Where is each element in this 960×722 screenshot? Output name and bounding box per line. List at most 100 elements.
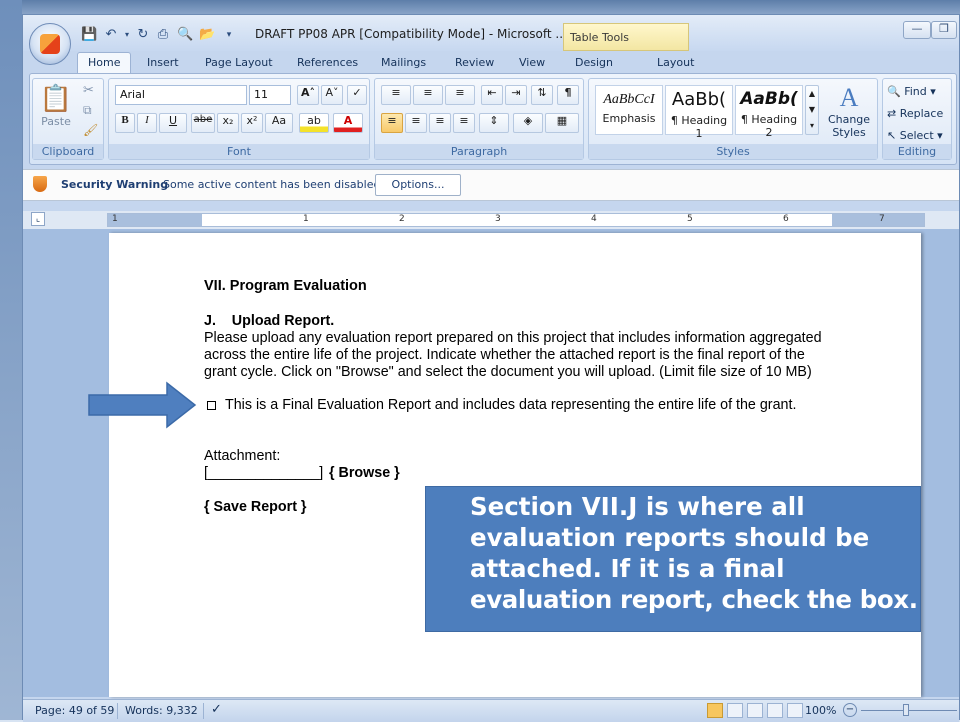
multilevel-list-button[interactable]: ≡ — [445, 85, 475, 105]
undo-dropdown-icon[interactable]: ▾ — [119, 27, 135, 43]
table-tools-label: Table Tools — [563, 23, 689, 51]
change-case-button[interactable]: Aa — [265, 113, 293, 133]
copy-icon[interactable]: ⧉ — [83, 103, 92, 118]
document-title: DRAFT PP08 APR [Compatibility Mode] - Mi… — [255, 27, 567, 41]
borders-button[interactable]: ▦ — [545, 113, 579, 133]
style-name: Emphasis — [602, 112, 656, 125]
tab-view[interactable]: View — [509, 53, 555, 73]
zoom-out-button[interactable]: − — [843, 703, 857, 717]
show-formatting-button[interactable]: ¶ — [557, 85, 579, 105]
zoom-slider[interactable] — [861, 710, 957, 711]
italic-button[interactable]: I — [137, 113, 157, 133]
section-heading: VII. Program Evaluation — [204, 278, 367, 294]
tab-layout[interactable]: Layout — [647, 53, 704, 73]
browse-button[interactable]: { Browse } — [329, 465, 400, 482]
draft-view-icon[interactable] — [787, 703, 803, 718]
web-layout-icon[interactable] — [747, 703, 763, 718]
tab-home[interactable]: Home — [77, 52, 132, 73]
minimize-button[interactable]: — — [903, 21, 931, 39]
tab-mailings[interactable]: Mailings — [371, 53, 436, 73]
restore-button[interactable]: ❐ — [931, 21, 957, 39]
callout-box: Section VII.J is where all evaluation re… — [425, 486, 921, 632]
style-heading-2[interactable]: AaBb( ¶ Heading 2 — [735, 85, 803, 139]
paste-icon: 📋 — [39, 84, 73, 114]
align-right-button[interactable]: ≡ — [429, 113, 451, 133]
page-count[interactable]: Page: 49 of 59 — [35, 704, 114, 717]
binoculars-icon: 🔍 — [887, 85, 901, 98]
options-button[interactable]: Options... — [375, 174, 461, 196]
office-button[interactable] — [29, 23, 71, 65]
subscript-button[interactable]: x₂ — [217, 113, 239, 133]
decrease-indent-button[interactable]: ⇤ — [481, 85, 503, 105]
style-emphasis[interactable]: AaBbCcI Emphasis — [595, 85, 663, 135]
style-heading-1[interactable]: AaBb( ¶ Heading 1 — [665, 85, 733, 140]
horizontal-ruler[interactable]: 1 1 2 3 4 5 6 7 — [107, 213, 925, 227]
outline-view-icon[interactable] — [767, 703, 783, 718]
select-button[interactable]: ↖ Select ▾ — [887, 129, 943, 142]
underline-button[interactable]: U — [159, 113, 187, 133]
replace-button[interactable]: ⇄ Replace — [887, 107, 943, 120]
tab-insert[interactable]: Insert — [137, 53, 189, 73]
strikethrough-button[interactable]: abe — [191, 113, 215, 133]
proofing-icon[interactable]: ✓ — [211, 702, 222, 717]
title-bar: 💾 ↶ ▾ ↻ ⎙ 🔍 📂 ▾ DRAFT PP08 APR [Compatib… — [23, 15, 959, 51]
redo-icon[interactable]: ↻ — [135, 27, 151, 43]
paragraph-group-label: Paragraph — [375, 144, 583, 159]
font-group-label: Font — [109, 144, 369, 159]
change-styles-button[interactable]: A Change Styles — [823, 83, 875, 141]
open-folder-icon[interactable]: 📂 — [199, 27, 215, 43]
font-family-select[interactable]: Arial — [115, 85, 247, 105]
styles-group-label: Styles — [589, 144, 877, 159]
highlight-button[interactable]: ab — [299, 113, 329, 133]
format-painter-icon[interactable]: 🖌 — [83, 123, 98, 137]
attachment-field[interactable]: [______________] — [204, 465, 323, 482]
align-center-button[interactable]: ≡ — [405, 113, 427, 133]
customize-qat-icon[interactable]: ▾ — [221, 27, 237, 43]
final-report-label: This is a Final Evaluation Report and in… — [225, 397, 797, 413]
tab-page-layout[interactable]: Page Layout — [195, 53, 283, 73]
numbering-button[interactable]: ≡ — [413, 85, 443, 105]
zoom-level[interactable]: 100% — [805, 704, 836, 717]
save-icon[interactable]: 💾 — [81, 27, 97, 43]
justify-button[interactable]: ≡ — [453, 113, 475, 133]
clear-formatting-button[interactable]: ✓ — [347, 85, 367, 105]
tab-design[interactable]: Design — [565, 53, 623, 73]
shading-button[interactable]: ◈ — [513, 113, 543, 133]
font-size-select[interactable]: 11 — [249, 85, 291, 105]
shrink-font-button[interactable]: A˅ — [321, 85, 343, 105]
style-sample: AaBb( — [671, 89, 727, 110]
increase-indent-button[interactable]: ⇥ — [505, 85, 527, 105]
tab-review[interactable]: Review — [445, 53, 504, 73]
superscript-button[interactable]: x² — [241, 113, 263, 133]
bullets-button[interactable]: ≡ — [381, 85, 411, 105]
print-preview-icon[interactable]: 🔍 — [177, 27, 193, 43]
font-color-button[interactable]: A — [333, 113, 363, 133]
office-logo-icon — [40, 34, 60, 54]
ruler-number: 4 — [591, 214, 597, 224]
callout-line: attached. If it is a final — [470, 554, 785, 583]
full-screen-reading-icon[interactable] — [727, 703, 743, 718]
tab-selector-icon[interactable]: ⌞ — [31, 212, 45, 226]
paste-label: Paste — [41, 115, 71, 128]
change-styles-icon: A — [839, 83, 859, 112]
tab-references[interactable]: References — [287, 53, 368, 73]
align-left-button[interactable]: ≡ — [381, 113, 403, 133]
undo-icon[interactable]: ↶ — [103, 27, 119, 43]
sort-button[interactable]: ⇅ — [531, 85, 553, 105]
styles-scroll-button[interactable]: ▲ ▼ ▾ — [805, 85, 819, 135]
zoom-slider-thumb[interactable] — [903, 704, 909, 716]
bold-button[interactable]: B — [115, 113, 135, 133]
grow-font-button[interactable]: A˄ — [297, 85, 319, 105]
paragraph-group: ≡ ≡ ≡ ⇤ ⇥ ⇅ ¶ ≡ ≡ ≡ ≡ ⇕ ◈ ▦ Paragraph — [374, 78, 584, 160]
font-group: Arial 11 A˄ A˅ ✓ B I U abe x₂ x² Aa ab A… — [108, 78, 370, 160]
print-icon[interactable]: ⎙ — [155, 27, 171, 43]
word-count[interactable]: Words: 9,332 — [125, 704, 198, 717]
line-spacing-button[interactable]: ⇕ — [479, 113, 509, 133]
print-layout-view-icon[interactable] — [707, 703, 723, 718]
paste-button[interactable]: 📋 Paste — [39, 83, 73, 139]
cut-icon[interactable]: ✂ — [83, 83, 94, 98]
save-report-button[interactable]: { Save Report } — [204, 499, 307, 516]
find-button[interactable]: 🔍 Find ▾ — [887, 85, 936, 98]
ruler-number: 1 — [112, 214, 118, 224]
final-report-checkbox[interactable] — [207, 401, 216, 410]
